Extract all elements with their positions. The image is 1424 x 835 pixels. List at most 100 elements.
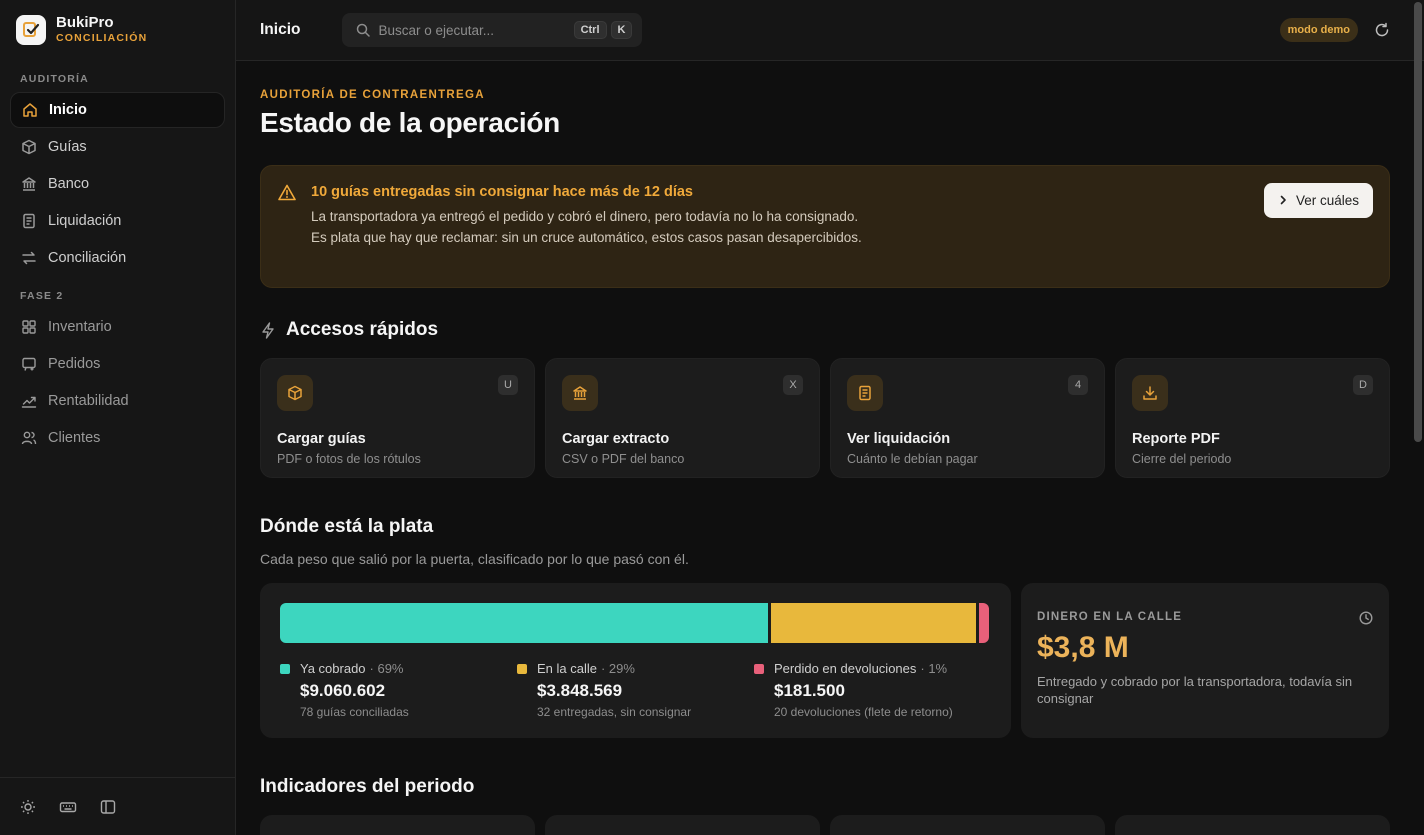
warning-icon <box>278 184 296 206</box>
sidebar-item-clientes[interactable]: Clientes <box>10 420 225 456</box>
legend-percent: · 29% <box>600 661 635 676</box>
refresh-icon[interactable] <box>1374 22 1390 38</box>
legend-dot <box>280 663 290 674</box>
sidebar-item-label: Inventario <box>48 319 112 335</box>
street-money-card: DINERO EN LA CALLE $3,8 M Entregado y co… <box>1021 583 1389 738</box>
brand[interactable]: BukiPro CONCILIACIÓN <box>0 0 235 60</box>
bank-icon <box>20 176 37 193</box>
topbar-actions: modo demo <box>1279 18 1390 42</box>
document-icon <box>20 213 37 230</box>
indicators-heading: Indicadores del periodo <box>260 776 475 797</box>
search-input[interactable]: Buscar o ejecutar... Ctrl K <box>342 13 643 47</box>
indicator-card <box>260 815 535 835</box>
legend-item-cobrado: Ya cobrado · 69% $9.060.602 78 guías conc… <box>280 661 517 719</box>
sidebar-item-rentabilidad[interactable]: Rentabilidad <box>10 383 225 419</box>
main-area: Inicio Buscar o ejecutar... Ctrl K modo … <box>236 0 1424 835</box>
page-eyebrow: AUDITORÍA DE CONTRAENTREGA <box>260 89 485 101</box>
money-subtitle: Cada peso que salió por la puerta, clasi… <box>260 551 689 567</box>
legend-note: 32 entregadas, sin consignar <box>537 705 692 719</box>
scrollbar[interactable] <box>1414 0 1422 835</box>
sidebar-item-pedidos[interactable]: Pedidos <box>10 346 225 382</box>
bar-segment-calle[interactable] <box>771 603 976 643</box>
legend-label: Perdido en devoluciones <box>774 661 917 676</box>
sidebar-item-banco[interactable]: Banco <box>10 166 225 202</box>
scrollbar-thumb[interactable] <box>1414 2 1422 442</box>
topbar: Inicio Buscar o ejecutar... Ctrl K modo … <box>236 0 1424 61</box>
legend-amount: $181.500 <box>774 681 845 700</box>
money-row: Ya cobrado · 69% $9.060.602 78 guías conc… <box>260 583 1390 738</box>
sidebar-item-guias[interactable]: Guías <box>10 129 225 165</box>
trend-icon <box>20 393 37 410</box>
brand-subtitle: CONCILIACIÓN <box>56 32 148 44</box>
cart-icon <box>20 356 37 373</box>
box-icon <box>277 375 313 411</box>
sidebar-item-liquidacion[interactable]: Liquidación <box>10 203 225 239</box>
sidebar-item-label: Inicio <box>49 102 87 118</box>
bar-segment-devoluciones[interactable] <box>979 603 989 643</box>
quick-card-subtitle: Cierre del periodo <box>1132 452 1232 466</box>
sidebar-item-label: Rentabilidad <box>48 393 129 409</box>
quick-card-title: Cargar guías <box>277 431 366 447</box>
sidebar-item-label: Guías <box>48 139 87 155</box>
quick-access-heading: Accesos rápidos <box>260 319 1390 341</box>
indicator-card <box>1115 815 1390 835</box>
sidebar-item-label: Pedidos <box>48 356 101 372</box>
shortcut-key-k: K <box>610 21 633 39</box>
legend-dot <box>754 663 764 674</box>
theme-toggle-sun-icon[interactable] <box>18 797 38 817</box>
keyboard-icon[interactable] <box>58 797 78 817</box>
sidebar-item-label: Liquidación <box>48 213 122 229</box>
street-money-note: Entregado y cobrado por la transportador… <box>1037 674 1353 706</box>
quick-card-reporte-pdf[interactable]: D Reporte PDF Cierre del periodo <box>1115 358 1390 478</box>
money-legend: Ya cobrado · 69% $9.060.602 78 guías conc… <box>280 661 991 719</box>
legend-note: 20 devoluciones (flete de retorno) <box>774 705 953 719</box>
page-title: Estado de la operación <box>260 107 560 138</box>
quick-card-cargar-guias[interactable]: U Cargar guías PDF o fotos de los rótulo… <box>260 358 535 478</box>
brand-logo-icon <box>16 15 46 45</box>
search-icon <box>356 23 371 37</box>
street-money-label: DINERO EN LA CALLE <box>1037 611 1183 623</box>
quick-access-title: Accesos rápidos <box>286 319 439 340</box>
legend-label: En la calle <box>537 661 597 676</box>
clock-icon[interactable] <box>1359 611 1373 625</box>
legend-amount: $9.060.602 <box>300 681 386 700</box>
legend-note: 78 guías conciliadas <box>300 705 409 719</box>
sidebar-item-conciliacion[interactable]: Conciliación <box>10 240 225 276</box>
money-stacked-bar <box>280 603 991 643</box>
quick-card-subtitle: PDF o fotos de los rótulos <box>277 452 421 466</box>
indicators-grid <box>260 815 1390 835</box>
quick-access-grid: U Cargar guías PDF o fotos de los rótulo… <box>260 358 1390 478</box>
nav-section-fase2: FASE 2 <box>20 290 64 302</box>
app-root: BukiPro CONCILIACIÓN AUDITORÍA Inicio Gu… <box>0 0 1424 835</box>
money-heading: Dónde está la plata <box>260 516 434 537</box>
shortcut-key: 4 <box>1068 375 1088 395</box>
sidebar-item-inicio[interactable]: Inicio <box>10 92 225 128</box>
page-content: AUDITORÍA DE CONTRAENTREGA Estado de la … <box>236 61 1424 835</box>
brand-name: BukiPro <box>56 14 114 31</box>
sidebar-toggle-icon[interactable] <box>98 797 118 817</box>
grid-icon <box>20 319 37 336</box>
view-which-button[interactable]: Ver cuáles <box>1263 183 1373 218</box>
sidebar-item-inventario[interactable]: Inventario <box>10 309 225 345</box>
demo-mode-badge[interactable]: modo demo <box>1279 18 1358 42</box>
shortcut-key: X <box>783 375 803 395</box>
quick-card-title: Reporte PDF <box>1132 431 1220 447</box>
shortcut-key: D <box>1353 375 1373 395</box>
sidebar-footer <box>0 777 235 835</box>
chevron-right-icon <box>1278 193 1288 208</box>
document-icon <box>847 375 883 411</box>
home-icon <box>21 102 38 119</box>
street-money-value: $3,8 M <box>1037 631 1129 664</box>
search-placeholder: Buscar o ejecutar... <box>378 22 495 38</box>
indicator-card <box>545 815 820 835</box>
shortcut-key: U <box>498 375 518 395</box>
alert-title: 10 guías entregadas sin consignar hace m… <box>311 184 693 200</box>
quick-card-ver-liquidacion[interactable]: 4 Ver liquidación Cuánto le debían pagar <box>830 358 1105 478</box>
alert-banner: 10 guías entregadas sin consignar hace m… <box>260 165 1390 288</box>
quick-card-title: Cargar extracto <box>562 431 670 447</box>
legend-dot <box>517 663 527 674</box>
quick-card-cargar-extracto[interactable]: X Cargar extracto CSV o PDF del banco <box>545 358 820 478</box>
swap-icon <box>20 250 37 267</box>
bar-segment-cobrado[interactable] <box>280 603 768 643</box>
download-icon <box>1132 375 1168 411</box>
